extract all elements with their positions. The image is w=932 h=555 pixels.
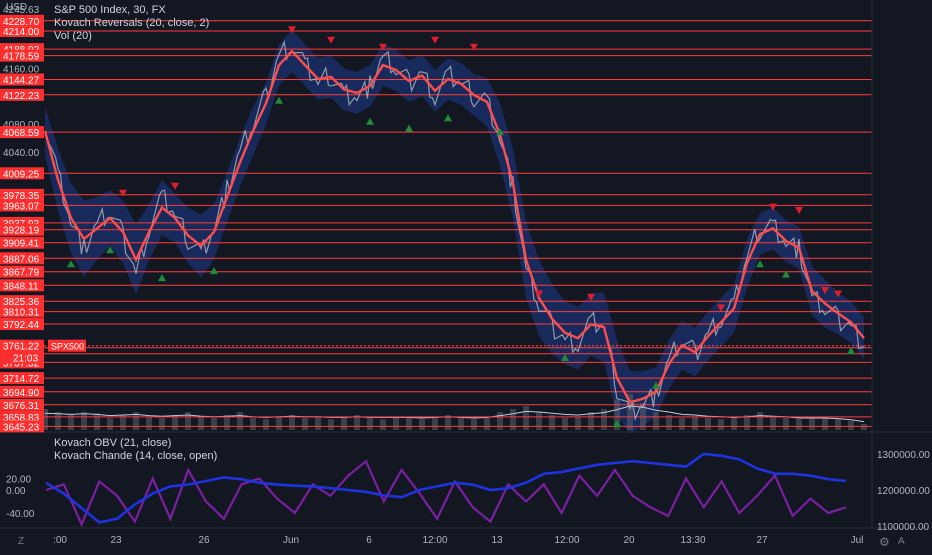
time-tick-label: Jun: [283, 535, 299, 546]
volume-bar: [380, 419, 386, 430]
volume-bar: [718, 419, 724, 430]
symbol-title[interactable]: S&P 500 Index, 30, FX: [54, 4, 166, 16]
volume-bar: [796, 419, 802, 430]
time-tick-label: 12:00: [554, 535, 579, 546]
volume-bar: [757, 412, 763, 430]
volume-bar: [263, 419, 269, 430]
price-tick-label: 4040.00: [3, 148, 40, 159]
volume-bar: [237, 412, 243, 430]
currency-label: USD: [6, 2, 28, 13]
volume-bar: [159, 418, 165, 430]
current-price-label: 3761.22: [3, 342, 40, 353]
volume-bar: [432, 418, 438, 430]
volume-bar: [731, 418, 737, 430]
level-label: 4214.00: [3, 27, 40, 38]
volume-bar: [406, 418, 412, 430]
volume-bar: [835, 419, 841, 430]
indicator-label-chande[interactable]: Kovach Chande (14, close, open): [54, 450, 217, 462]
obv-axis-label: 1100000.00: [877, 522, 930, 533]
volume-bar: [81, 412, 87, 430]
volume-bar: [497, 412, 503, 430]
chart-canvas[interactable]: 4245.634160.004080.004040.004228.704214.…: [0, 0, 932, 550]
time-tick-label: 26: [198, 535, 210, 546]
volume-bar: [822, 416, 828, 430]
volume-bar: [211, 418, 217, 430]
level-label: 3909.41: [3, 239, 40, 250]
volume-bar: [692, 416, 698, 430]
level-label: 4144.27: [3, 76, 40, 87]
level-label: 3714.72: [3, 374, 40, 385]
indicator-label-volume[interactable]: Vol (20): [54, 30, 92, 42]
level-label: 4178.59: [3, 52, 40, 63]
level-label: 3928.19: [3, 226, 40, 237]
level-label: 4068.59: [3, 128, 40, 139]
level-label: 3676.31: [3, 401, 40, 412]
level-label: 3887.06: [3, 254, 40, 265]
time-tick-label: Jul: [851, 535, 864, 546]
level-label: 3867.79: [3, 268, 40, 279]
level-label: 3963.07: [3, 201, 40, 212]
level-label: 3848.11: [3, 281, 39, 292]
volume-bar: [705, 418, 711, 430]
level-label: 4009.25: [3, 169, 40, 180]
volume-bar: [328, 419, 334, 430]
volume-bar: [770, 416, 776, 430]
time-tick-label: 13:30: [680, 535, 705, 546]
level-label: 3810.31: [3, 308, 40, 319]
volume-bar: [861, 424, 867, 430]
volume-bar: [94, 413, 100, 430]
chande-axis-label: 0.00: [6, 486, 26, 497]
volume-bar: [107, 418, 113, 430]
volume-bar: [679, 418, 685, 430]
volume-bar: [367, 418, 373, 430]
volume-bar: [653, 412, 659, 430]
time-tick-label: 20: [623, 535, 635, 546]
volume-bar: [146, 416, 152, 430]
volume-bar: [588, 412, 594, 430]
volume-bar: [276, 416, 282, 430]
chande-axis-label: -40.00: [6, 509, 35, 520]
countdown-label: 21:03: [13, 354, 38, 365]
chart-root[interactable]: 4245.63 4160.00 4080.00 4040.00 4228.70 4214.…: [0, 0, 932, 550]
volume-bar: [471, 419, 477, 430]
volume-bar: [783, 418, 789, 430]
time-tick-label: 13: [491, 535, 503, 546]
volume-bar: [536, 412, 542, 430]
obv-axis-label: 1300000.00: [877, 450, 930, 461]
zoom-icon[interactable]: Z: [18, 536, 24, 547]
symbol-tag: SPX500: [51, 342, 84, 352]
level-label: 3694.90: [3, 388, 40, 399]
level-label: 4122.23: [3, 91, 40, 102]
gear-icon[interactable]: ⚙: [879, 535, 890, 549]
volume-bar: [848, 421, 854, 430]
volume-bar: [562, 418, 568, 430]
volume-bar: [302, 418, 308, 430]
level-label: 3645.23: [3, 422, 40, 433]
volume-bar: [458, 418, 464, 430]
volume-bar: [484, 416, 490, 430]
volume-bar: [315, 416, 321, 430]
chande-axis-label: 20.00: [6, 475, 31, 486]
time-tick-label: 6: [366, 535, 372, 546]
indicator-label-reversals[interactable]: Kovach Reversals (20, close, 2): [54, 17, 209, 29]
time-tick-label: 12:00: [422, 535, 447, 546]
volume-bar: [55, 412, 61, 430]
auto-scale-icon[interactable]: A: [898, 536, 905, 547]
volume-bar: [250, 418, 256, 430]
time-tick-label: 27: [756, 535, 768, 546]
time-tick-label: 23: [110, 535, 122, 546]
volume-bar: [575, 416, 581, 430]
volume-bar: [809, 418, 815, 430]
time-tick-label: :00: [53, 535, 67, 546]
volume-bar: [341, 418, 347, 430]
level-label: 3792.44: [3, 320, 40, 331]
volume-bar: [419, 419, 425, 430]
obv-axis-label: 1200000.00: [877, 486, 930, 497]
volume-bar: [198, 416, 204, 430]
indicator-label-obv[interactable]: Kovach OBV (21, close): [54, 437, 171, 449]
volume-bar: [393, 416, 399, 430]
